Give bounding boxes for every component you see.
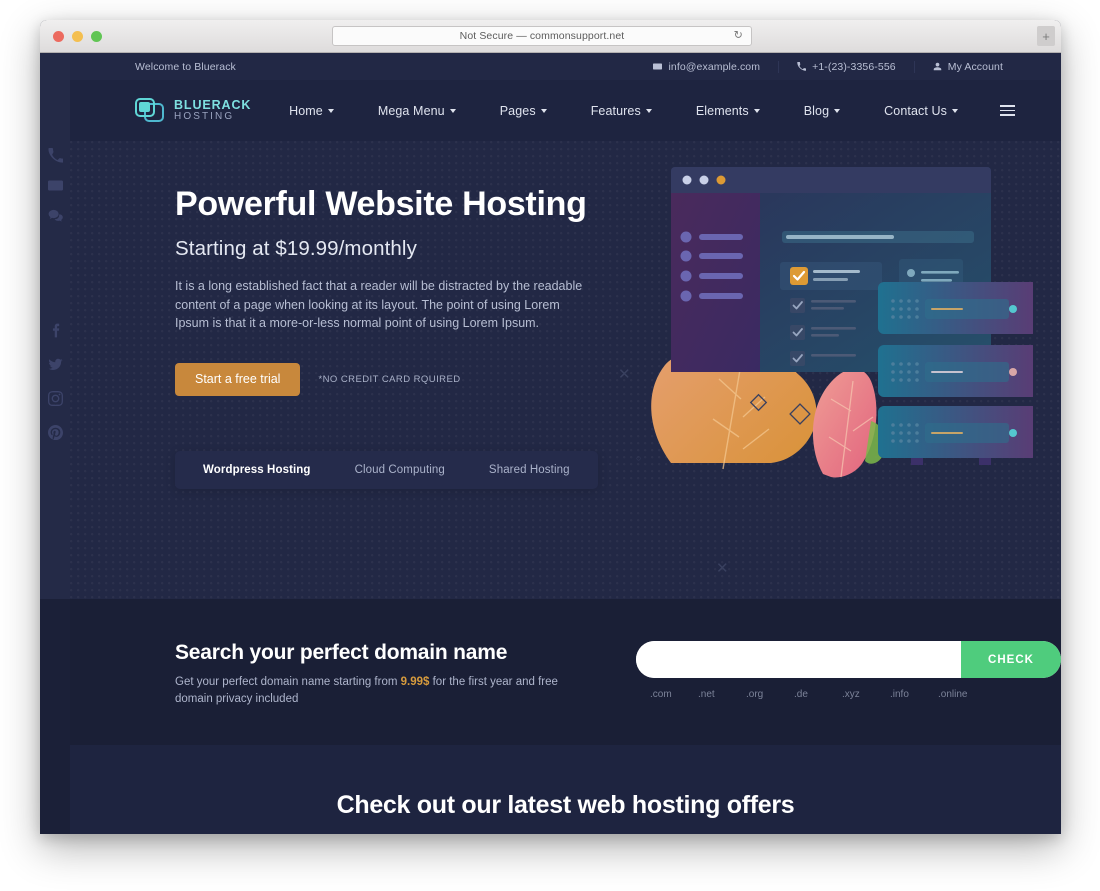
domain-search-input[interactable] xyxy=(636,641,961,678)
tld-list: .com .net .org .de .xyz .info .online xyxy=(636,689,1061,700)
browser-window: Not Secure — commonsupport.net ↻ + Welco… xyxy=(40,20,1061,834)
hamburger-menu-icon[interactable] xyxy=(1000,104,1015,117)
nav-item-contact-us[interactable]: Contact Us xyxy=(862,104,980,118)
offers-section: Check out our latest web hosting offers … xyxy=(70,745,1061,834)
welcome-text: Welcome to Bluerack xyxy=(135,60,236,73)
domain-copy: Search your perfect domain name Get your… xyxy=(175,641,606,745)
nav-label: Contact Us xyxy=(884,103,947,118)
chevron-down-icon xyxy=(327,108,334,113)
my-account-text: My Account xyxy=(947,60,1003,73)
brand-tagline: HOSTING xyxy=(174,110,235,122)
tld-item[interactable]: .online xyxy=(938,689,986,700)
hosting-type-tabs: Wordpress Hosting Cloud Computing Shared… xyxy=(175,450,598,489)
tab-shared-hosting[interactable]: Shared Hosting xyxy=(467,464,592,476)
logo-wordmark: BLUERACK HOSTING xyxy=(174,97,252,123)
address-bar[interactable]: Not Secure — commonsupport.net ↻ xyxy=(332,26,752,46)
domain-price: 9.99$ xyxy=(400,676,430,688)
site-logo[interactable]: BLUERACK HOSTING xyxy=(135,98,251,123)
hosting-illustration xyxy=(613,149,1038,479)
domain-description: Get your perfect domain name starting fr… xyxy=(175,674,565,709)
domain-search-section: Search your perfect domain name Get your… xyxy=(70,599,1061,745)
phone-text: +1-(23)-3356-556 xyxy=(812,60,896,73)
tld-item[interactable]: .org xyxy=(746,689,794,700)
tld-item[interactable]: .xyz xyxy=(842,689,890,700)
url-text: Not Secure — commonsupport.net xyxy=(459,30,625,42)
start-free-trial-button[interactable]: Start a free trial xyxy=(175,362,301,396)
nav-item-elements[interactable]: Elements xyxy=(674,104,782,118)
nav-menu: Home Mega Menu Pages Features Elements B… xyxy=(267,104,1015,118)
nav-item-features[interactable]: Features xyxy=(569,104,674,118)
tld-item[interactable]: .com xyxy=(650,689,698,700)
window-traffic-lights xyxy=(53,31,102,42)
decorative-cross-icon: ✕ xyxy=(716,560,729,577)
social-rail xyxy=(40,53,70,599)
hero-section: Powerful Website Hosting Starting at $19… xyxy=(70,141,1061,599)
chat-icon[interactable] xyxy=(48,208,63,223)
facebook-icon[interactable] xyxy=(48,323,63,338)
maximize-window-button[interactable] xyxy=(91,31,102,42)
domain-search-form: CHECK .com .net .org .de .xyz .info .onl… xyxy=(636,641,1061,745)
tld-item[interactable]: .de xyxy=(794,689,842,700)
new-tab-button[interactable]: + xyxy=(1037,26,1055,46)
user-icon xyxy=(933,62,941,71)
pinterest-icon[interactable] xyxy=(47,425,63,440)
hero-body-text: It is a long established fact that a rea… xyxy=(175,279,583,331)
domain-title: Search your perfect domain name xyxy=(175,641,508,664)
close-window-button[interactable] xyxy=(53,31,64,42)
email-link[interactable]: info@example.com xyxy=(635,61,778,73)
chevron-down-icon xyxy=(449,108,456,113)
nav-label: Elements xyxy=(695,103,749,118)
domain-desc-before: Get your perfect domain name starting fr… xyxy=(175,676,401,688)
nav-label: Home xyxy=(289,103,323,118)
tld-item[interactable]: .net xyxy=(698,689,746,700)
nav-label: Features xyxy=(590,103,641,118)
twitter-icon[interactable] xyxy=(48,357,63,372)
instagram-icon[interactable] xyxy=(47,391,63,406)
tab-wordpress-hosting[interactable]: Wordpress Hosting xyxy=(181,464,333,476)
chevron-down-icon xyxy=(834,108,841,113)
tld-item[interactable]: .info xyxy=(890,689,938,700)
phone-icon[interactable] xyxy=(47,148,63,163)
nav-label: Mega Menu xyxy=(377,103,445,118)
main-navigation: BLUERACK HOSTING Home Mega Menu Pages Fe… xyxy=(70,80,1061,141)
nav-label: Pages xyxy=(499,103,536,118)
web-page: Welcome to Bluerack info@example.com +1-… xyxy=(40,53,1061,834)
browser-chrome: Not Secure — commonsupport.net ↻ + xyxy=(40,20,1061,53)
minimize-window-button[interactable] xyxy=(72,31,83,42)
chevron-down-icon xyxy=(645,108,652,113)
illustration-svg xyxy=(651,167,1038,478)
brand-name: BLUERACK xyxy=(174,97,252,112)
phone-link[interactable]: +1-(23)-3356-556 xyxy=(778,60,914,73)
envelope-icon xyxy=(653,63,663,70)
nav-item-home[interactable]: Home xyxy=(267,104,356,118)
email-text: info@example.com xyxy=(668,60,761,73)
envelope-icon[interactable] xyxy=(47,178,63,193)
chevron-down-icon xyxy=(753,108,760,113)
chevron-down-icon xyxy=(952,108,958,113)
tab-cloud-computing[interactable]: Cloud Computing xyxy=(333,464,467,476)
nav-item-pages[interactable]: Pages xyxy=(478,104,569,118)
nav-label: Blog xyxy=(803,103,830,118)
nav-item-blog[interactable]: Blog xyxy=(782,104,862,118)
nav-item-mega-menu[interactable]: Mega Menu xyxy=(356,104,478,118)
chevron-down-icon xyxy=(540,108,547,113)
contact-links: info@example.com +1-(23)-3356-556 My Acc… xyxy=(635,60,1021,73)
check-domain-button[interactable]: CHECK xyxy=(961,641,1061,678)
reload-icon[interactable]: ↻ xyxy=(734,30,743,42)
logo-mark-icon xyxy=(135,98,165,123)
phone-icon xyxy=(797,62,807,71)
offers-description: It is a long established fact that a rea… xyxy=(246,831,886,834)
offers-title: Check out our latest web hosting offers xyxy=(336,791,795,819)
no-credit-card-note: *NO CREDIT CARD RQUIRED xyxy=(318,373,461,385)
utility-bar: Welcome to Bluerack info@example.com +1-… xyxy=(70,53,1061,80)
my-account-link[interactable]: My Account xyxy=(913,60,1021,73)
